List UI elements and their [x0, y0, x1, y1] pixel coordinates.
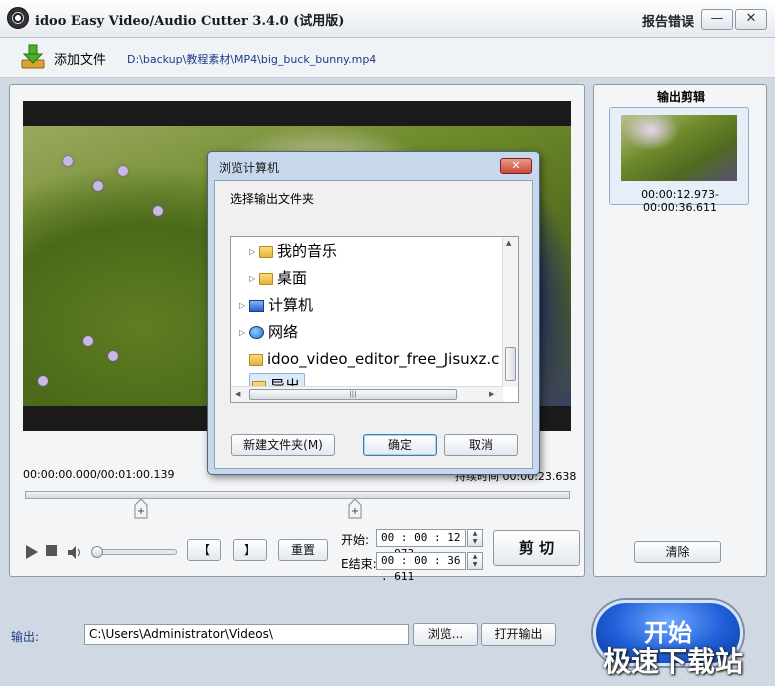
- play-icon[interactable]: [26, 545, 38, 559]
- scroll-right-arrow-icon[interactable]: ▶: [489, 390, 494, 398]
- tree-item-label: 计算机: [268, 296, 314, 314]
- window-title: idoo Easy Video/Audio Cutter 3.4.0 (试用版): [35, 14, 345, 29]
- flower-decoration: [108, 351, 118, 361]
- flower-decoration: [38, 376, 48, 386]
- tree-item-desktop[interactable]: ▷ 桌面: [249, 266, 307, 290]
- clip-time-range: 00:00:12.973-00:00:36.611: [641, 188, 719, 214]
- time-position: 00:00:00.000/00:01:00.139: [23, 468, 175, 481]
- folder-icon: [249, 353, 263, 366]
- minimize-button[interactable]: —: [701, 9, 733, 30]
- start-time-spinner[interactable]: ▲ ▼: [467, 529, 483, 547]
- start-marker-handle[interactable]: [134, 499, 148, 519]
- cut-button[interactable]: 剪 切: [493, 530, 580, 566]
- tree-item-idoo-folder[interactable]: idoo_video_editor_free_Jisuxz.c: [249, 347, 499, 371]
- output-label: 输出:: [11, 630, 40, 644]
- output-clips-panel: 输出剪辑 00:00:12.973-00:00:36.611 清除: [593, 84, 767, 577]
- browse-folder-dialog: 浏览计算机 ✕ 选择输出文件夹 ▷ 我的音乐 ▷ 桌面 ▷ 计算机 ▷ 网络 idoo_…: [207, 151, 540, 475]
- tree-item-label: 桌面: [277, 269, 308, 287]
- tree-item-my-music[interactable]: ▷ 我的音乐: [249, 239, 337, 263]
- start-time-label: 开始:: [341, 533, 370, 547]
- source-file-path: D:\backup\教程素材\MP4\big_buck_bunny.mp4: [127, 53, 377, 66]
- tree-vertical-scrollbar[interactable]: ▲: [502, 237, 518, 387]
- toolbar: 添加文件 D:\backup\教程素材\MP4\big_buck_bunny.m…: [0, 38, 775, 78]
- expand-arrow-icon[interactable]: ▷: [239, 294, 249, 318]
- cancel-button[interactable]: 取消: [444, 434, 518, 456]
- flower-decoration: [63, 156, 73, 166]
- scroll-left-arrow-icon[interactable]: ◀: [235, 390, 240, 398]
- clip-item[interactable]: 00:00:12.973-00:00:36.611: [609, 107, 749, 214]
- reset-button[interactable]: 重置: [278, 539, 328, 561]
- dialog-prompt: 选择输出文件夹: [230, 192, 315, 206]
- browse-button[interactable]: 浏览...: [413, 623, 478, 646]
- end-marker-handle[interactable]: [348, 499, 362, 519]
- report-error-link[interactable]: 报告错误: [642, 11, 694, 30]
- watermark-text: 极速下载站: [603, 645, 744, 678]
- dialog-title: 浏览计算机: [219, 161, 280, 175]
- open-output-button[interactable]: 打开输出: [481, 623, 556, 646]
- end-time-input[interactable]: 00 : 00 : 36 . 611: [376, 552, 466, 583]
- scroll-up-arrow-icon[interactable]: ▲: [506, 239, 511, 247]
- end-time-label: E结束:: [341, 557, 377, 571]
- add-file-button[interactable]: 添加文件: [54, 49, 106, 68]
- clip-thumbnail: [621, 115, 737, 181]
- volume-icon[interactable]: [68, 546, 82, 559]
- mark-in-button[interactable]: 【: [187, 539, 221, 561]
- clear-button[interactable]: 清除: [634, 541, 721, 563]
- volume-slider-knob[interactable]: [91, 546, 103, 558]
- expand-arrow-icon[interactable]: ▷: [249, 240, 259, 264]
- expand-arrow-icon[interactable]: ▷: [249, 267, 259, 291]
- flower-decoration: [83, 336, 93, 346]
- flower-decoration: [153, 206, 163, 216]
- output-path-input[interactable]: C:\Users\Administrator\Videos\: [84, 624, 409, 645]
- volume-slider[interactable]: [91, 546, 177, 558]
- tree-item-label: 我的音乐: [277, 242, 338, 260]
- flower-decoration: [93, 181, 103, 191]
- network-icon: [249, 326, 264, 339]
- stop-icon[interactable]: [46, 545, 57, 556]
- horizontal-scroll-thumb[interactable]: |||: [249, 389, 457, 400]
- timeline-track[interactable]: [25, 491, 570, 499]
- dialog-close-button[interactable]: ✕: [500, 158, 532, 174]
- tree-item-network[interactable]: ▷ 网络: [239, 320, 298, 344]
- tree-item-label: idoo_video_editor_free_Jisuxz.c: [267, 350, 500, 368]
- tree-item-label: 网络: [268, 323, 299, 341]
- flower-decoration: [118, 166, 128, 176]
- expand-arrow-icon[interactable]: ▷: [239, 321, 249, 345]
- tree-item-computer[interactable]: ▷ 计算机: [239, 293, 313, 317]
- output-clips-title: 输出剪辑: [656, 90, 705, 104]
- end-time-spinner[interactable]: ▲ ▼: [467, 552, 483, 570]
- mark-out-button[interactable]: 】: [233, 539, 267, 561]
- film-reel-icon: [7, 7, 29, 29]
- new-folder-button[interactable]: 新建文件夹(M): [231, 434, 335, 456]
- ok-button[interactable]: 确定: [363, 434, 437, 456]
- folder-tree[interactable]: ▷ 我的音乐 ▷ 桌面 ▷ 计算机 ▷ 网络 idoo_video_editor_fre…: [230, 236, 519, 403]
- add-file-icon[interactable]: [19, 43, 47, 71]
- tree-horizontal-scrollbar[interactable]: ◀ ||| ▶: [231, 386, 503, 402]
- title-bar: idoo Easy Video/Audio Cutter 3.4.0 (试用版)…: [0, 0, 775, 38]
- close-button[interactable]: ✕: [735, 9, 767, 30]
- folder-icon: [259, 272, 273, 285]
- folder-icon: [259, 245, 273, 258]
- computer-icon: [249, 299, 264, 312]
- vertical-scroll-thumb[interactable]: [505, 347, 516, 381]
- start-time-input[interactable]: 00 : 00 : 12 . 973: [376, 529, 466, 560]
